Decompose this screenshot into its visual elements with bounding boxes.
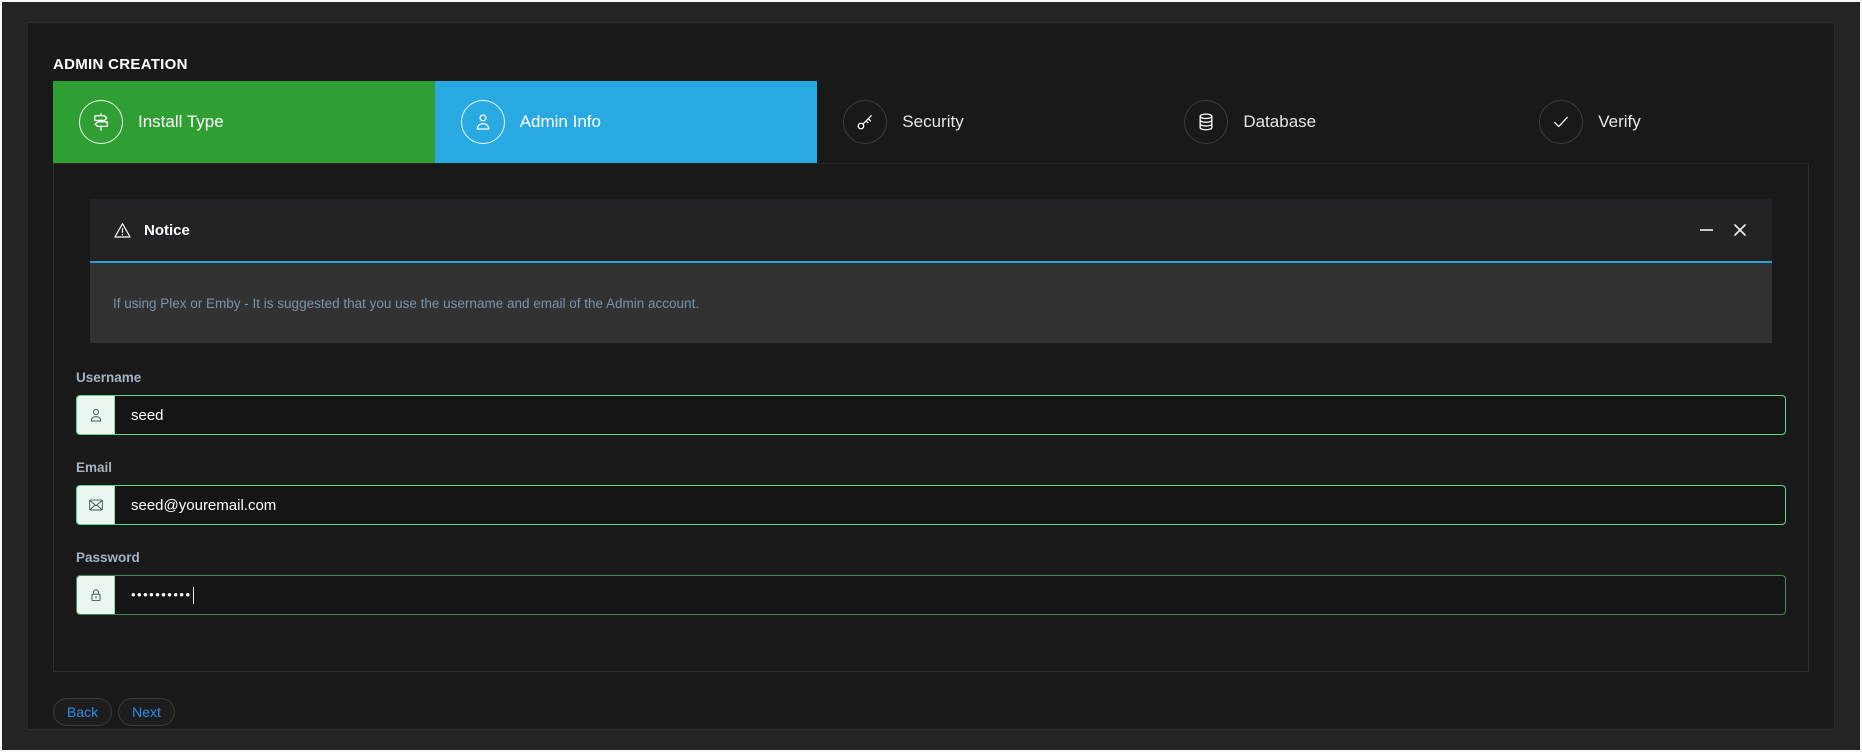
minimize-icon[interactable] — [1697, 221, 1715, 239]
email-input[interactable] — [115, 486, 1785, 524]
admin-info-step-panel: Notice If using Plex or Emby - It is sug… — [53, 163, 1809, 672]
tab-database[interactable]: Database — [1158, 81, 1513, 163]
tab-label: Security — [902, 112, 963, 132]
close-icon[interactable] — [1731, 221, 1749, 239]
back-button[interactable]: Back — [53, 698, 112, 726]
envelope-icon — [77, 486, 115, 524]
notice-panel: Notice If using Plex or Emby - It is sug… — [90, 199, 1772, 343]
lock-icon — [77, 576, 115, 614]
text-caret — [193, 587, 194, 604]
tab-label: Install Type — [138, 112, 224, 132]
wizard-step-tabs: Install Type Admin Info — [53, 81, 1809, 163]
check-icon — [1539, 100, 1583, 144]
tab-label: Admin Info — [520, 112, 601, 132]
password-input-group[interactable]: •••••••••• — [76, 575, 1786, 615]
warning-icon — [113, 221, 132, 240]
next-button[interactable]: Next — [118, 698, 175, 726]
admin-form: Username Email — [76, 370, 1786, 615]
username-input[interactable] — [115, 396, 1785, 434]
page-title: ADMIN CREATION — [53, 57, 1809, 73]
tab-verify[interactable]: Verify — [1513, 81, 1809, 163]
tab-install-type[interactable]: Install Type — [53, 81, 435, 163]
key-icon — [843, 100, 887, 144]
password-label: Password — [76, 550, 1786, 566]
notice-title: Notice — [144, 222, 190, 239]
wizard-actions: Back Next — [53, 698, 1809, 726]
tab-security[interactable]: Security — [817, 81, 1158, 163]
password-field-group: Password •••••••••• — [76, 550, 1786, 615]
setup-wizard-card: ADMIN CREATION Install Type — [27, 22, 1835, 730]
tab-label: Verify — [1598, 112, 1641, 132]
username-input-group — [76, 395, 1786, 435]
email-label: Email — [76, 460, 1786, 476]
database-icon — [1184, 100, 1228, 144]
username-label: Username — [76, 370, 1786, 386]
email-field-group: Email — [76, 460, 1786, 525]
notice-body: If using Plex or Emby - It is suggested … — [90, 263, 1772, 343]
email-input-group — [76, 485, 1786, 525]
tab-label: Database — [1243, 112, 1316, 132]
signpost-icon — [79, 100, 123, 144]
tab-admin-info[interactable]: Admin Info — [435, 81, 818, 163]
notice-message: If using Plex or Emby - It is suggested … — [113, 296, 699, 311]
user-icon — [77, 396, 115, 434]
notice-header: Notice — [90, 199, 1772, 261]
notice-actions — [1697, 221, 1749, 239]
app-window: ADMIN CREATION Install Type — [0, 0, 1862, 752]
password-input[interactable]: •••••••••• — [115, 576, 1785, 614]
user-icon — [461, 100, 505, 144]
password-masked-value: •••••••••• — [131, 575, 192, 615]
username-field-group: Username — [76, 370, 1786, 435]
